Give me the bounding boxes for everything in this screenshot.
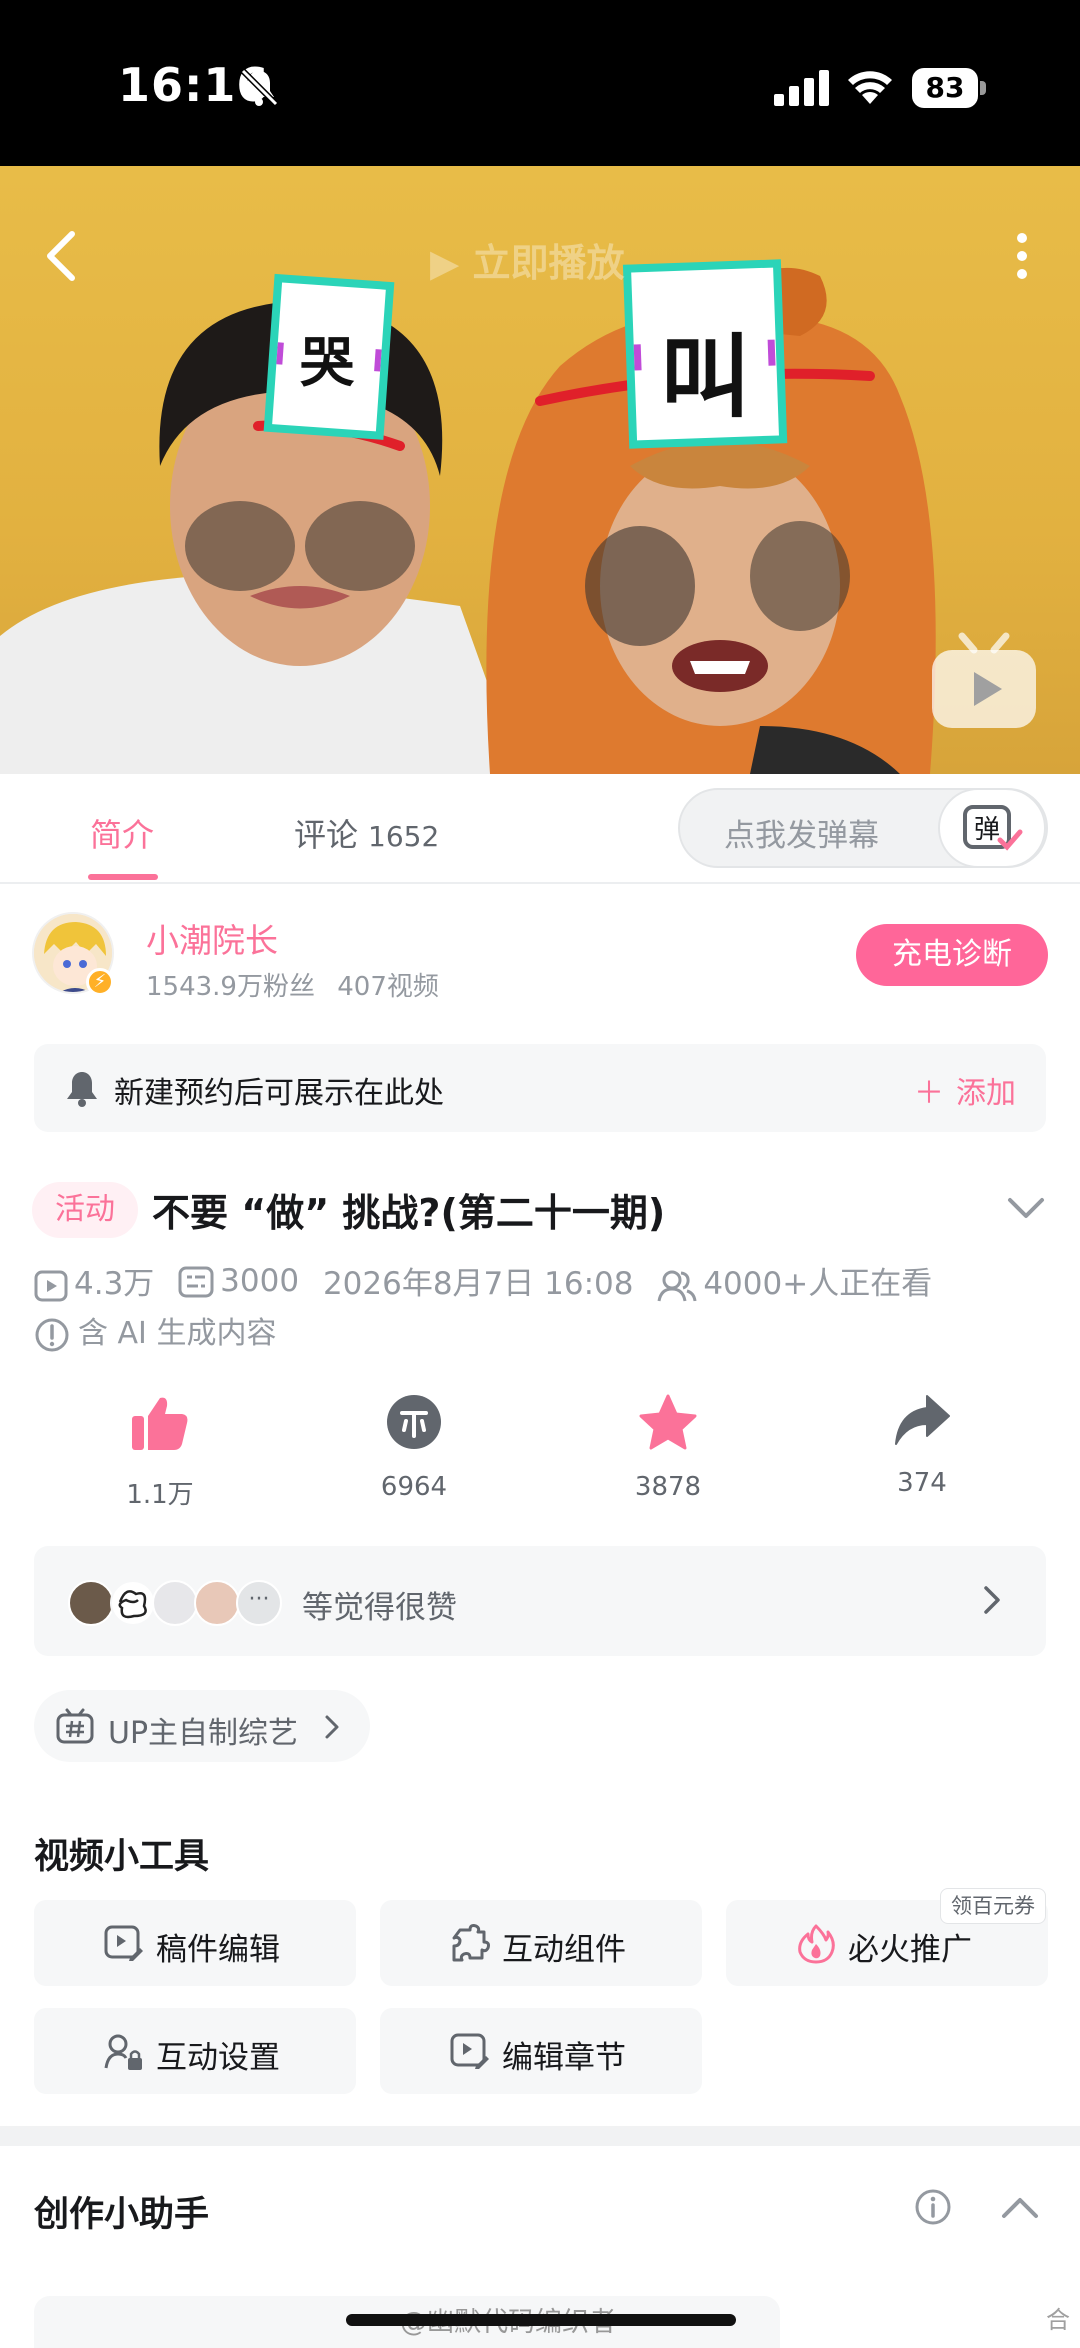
fire-icon: [798, 1924, 835, 1964]
bilibili-tv-play-icon[interactable]: [928, 632, 1040, 732]
chevron-up-icon[interactable]: [1000, 2196, 1040, 2220]
tool-label: 互动设置: [156, 2040, 280, 2076]
tool-interactive-widgets[interactable]: 互动组件: [380, 1900, 702, 1986]
thumbs-up-icon: [132, 1397, 188, 1450]
tool-edit-submission[interactable]: 稿件编辑: [34, 1900, 356, 1986]
video-edit-icon: [104, 1925, 143, 1961]
battery-level: 83: [925, 71, 965, 104]
sign-right-text: 叫: [660, 325, 750, 430]
liker-avatar: [110, 1580, 156, 1626]
danmaku-input[interactable]: 点我发弹幕 弹: [678, 788, 1048, 868]
watermark-suffix: 合: [1046, 2306, 1070, 2334]
tool-interactive-settings[interactable]: 互动设置: [34, 2008, 356, 2094]
uploader-stats: 1543.9万粉丝 407视频: [146, 966, 439, 1003]
coin-button[interactable]: 6964: [334, 1394, 494, 1502]
bell-icon: [67, 1072, 97, 1107]
danmaku-count-icon: [178, 1266, 214, 1298]
likers-text: 等觉得很赞: [302, 1590, 457, 1626]
home-indicator[interactable]: [346, 2314, 736, 2326]
chapter-edit-icon: [450, 2033, 489, 2069]
wifi-icon: [848, 71, 892, 104]
share-count: 374: [897, 1468, 947, 1498]
warning-circle-icon: [35, 1318, 69, 1351]
activity-tag[interactable]: 活动: [32, 1182, 138, 1238]
favorite-button[interactable]: 3878: [588, 1394, 748, 1502]
info-icon[interactable]: [914, 2188, 952, 2226]
play-triangle-icon: ▶: [430, 241, 460, 285]
view-count: 4.3万: [34, 1258, 154, 1303]
bell-muted-icon: [240, 68, 279, 107]
battery-icon: 83: [912, 68, 986, 108]
liker-avatar: [194, 1580, 240, 1626]
danmaku-count: 3000: [178, 1263, 299, 1299]
more-likers: ···: [236, 1580, 282, 1626]
liker-avatar: [68, 1580, 114, 1626]
creation-assistant-title: 创作小助手: [34, 2195, 210, 2235]
watching-count: 4000+人正在看: [657, 1258, 932, 1303]
uploader-followers: 1543.9万粉丝: [146, 972, 315, 1002]
svg-text:弹: 弹: [974, 815, 1000, 845]
sign-left-text: 哭: [300, 331, 354, 394]
like-count: 1.1万: [126, 1480, 194, 1510]
liker-avatar: [152, 1580, 198, 1626]
hashtag-tv-icon: [56, 1708, 94, 1744]
lightning-badge-icon: ⚡: [86, 968, 114, 996]
tab-comments-label: 评论: [294, 816, 359, 854]
coin-count: 6964: [380, 1472, 448, 1502]
tab-comments[interactable]: 评论 1652: [294, 810, 439, 856]
topic-chip[interactable]: UP主自制综艺: [34, 1690, 370, 1762]
share-button[interactable]: 374: [842, 1394, 1002, 1498]
chevron-down-icon[interactable]: [1006, 1196, 1046, 1222]
star-icon: [639, 1394, 697, 1450]
puzzle-icon: [452, 1924, 490, 1962]
danmaku-placeholder: 点我发弹幕: [724, 818, 879, 854]
video-meta: 4.3万 3000 2026年8月7日 16:08 4000+人正在看: [34, 1258, 946, 1303]
status-bar: 16:16 83: [0, 0, 1080, 166]
coupon-badge: 领百元券: [940, 1888, 1046, 1924]
uploader-name[interactable]: 小潮院长: [146, 914, 278, 962]
tool-label: 编辑章节: [502, 2040, 626, 2076]
share-arrow-icon: [895, 1395, 950, 1445]
tool-label: 稿件编辑: [156, 1932, 280, 1968]
coin-icon: [387, 1395, 441, 1449]
tool-label: 必火推广: [848, 1932, 972, 1968]
cellular-signal-icon: [774, 70, 829, 106]
charge-diagnose-button[interactable]: 充电诊断: [856, 924, 1048, 986]
reservation-bar[interactable]: 新建预约后可展示在此处 ＋添加: [34, 1044, 1046, 1132]
back-arrow-icon[interactable]: [38, 226, 82, 286]
tab-bar: 简介 评论 1652 点我发弹幕 弹: [0, 774, 1080, 884]
tools-section-title: 视频小工具: [34, 1837, 210, 1877]
reservation-add-button[interactable]: ＋添加: [914, 1068, 1016, 1112]
publish-date: 2026年8月7日 16:08: [322, 1266, 634, 1302]
play-now-overlay[interactable]: ▶ 立即播放: [430, 232, 624, 287]
more-vertical-icon[interactable]: [1010, 230, 1034, 282]
reservation-text: 新建预约后可展示在此处: [114, 1076, 444, 1111]
favorite-count: 3878: [634, 1472, 702, 1502]
uploader-videos: 407视频: [337, 972, 439, 1002]
tab-intro[interactable]: 简介: [90, 810, 154, 856]
play-count-icon: [34, 1270, 68, 1301]
danmaku-toggle-button[interactable]: 弹: [938, 788, 1046, 868]
tab-comments-count: 1652: [368, 820, 440, 853]
topic-label: UP主自制综艺: [108, 1716, 299, 1751]
chevron-right-icon: [325, 1715, 339, 1739]
video-title: 不要 “做” 挑战?(第二十一期): [152, 1191, 666, 1235]
tab-active-indicator: [88, 874, 158, 880]
tool-label: 互动组件: [502, 1932, 626, 1968]
ai-content-note: 含 AI 生成内容: [34, 1308, 276, 1353]
like-button[interactable]: 1.1万: [80, 1394, 240, 1511]
danmaku-icon: 弹: [963, 805, 1023, 851]
tool-edit-chapters[interactable]: 编辑章节: [380, 2008, 702, 2094]
likers-row[interactable]: ··· 等觉得很赞: [34, 1546, 1046, 1656]
plus-icon: ＋: [914, 1076, 944, 1111]
people-icon: [657, 1270, 697, 1301]
section-divider: [0, 2126, 1080, 2146]
user-lock-icon: [104, 2034, 142, 2070]
chevron-right-icon: [984, 1586, 1000, 1614]
